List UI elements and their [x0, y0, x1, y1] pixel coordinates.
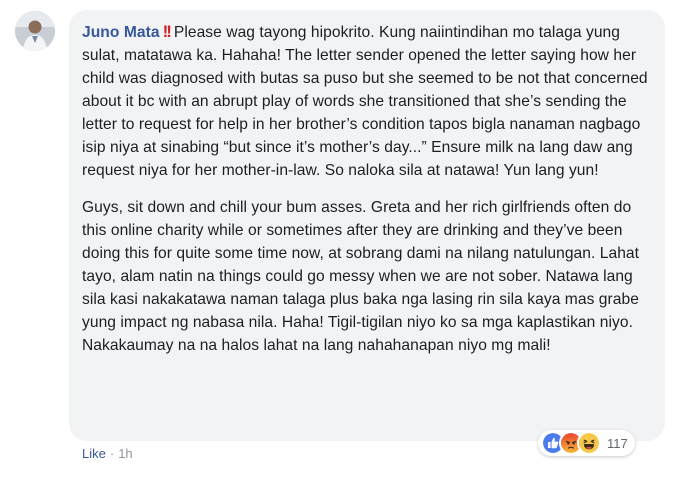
comment-bubble: Juno Mata!! Please wag tayong hipokrito. …: [69, 10, 665, 441]
separator: ·: [109, 446, 115, 461]
comment-text: Please wag tayong hipokrito. Kung naiint…: [82, 24, 648, 179]
reaction-count: 117: [607, 435, 628, 451]
comment-paragraph-2: Guys, sit down and chill your bum asses.…: [82, 199, 640, 354]
like-button[interactable]: Like: [82, 446, 106, 461]
haha-icon: [577, 431, 601, 455]
avatar-photo: [15, 11, 55, 51]
reactions-summary[interactable]: 117: [538, 430, 635, 456]
comment-actions: Like · 1h: [82, 446, 133, 461]
comment-paragraph-1: Juno Mata!! Please wag tayong hipokrito. …: [82, 20, 652, 182]
timestamp[interactable]: 1h: [118, 446, 132, 461]
comment-author-name[interactable]: Juno Mata: [82, 24, 160, 41]
avatar[interactable]: [15, 11, 55, 51]
double-exclamation-emoji: !!: [162, 22, 172, 41]
